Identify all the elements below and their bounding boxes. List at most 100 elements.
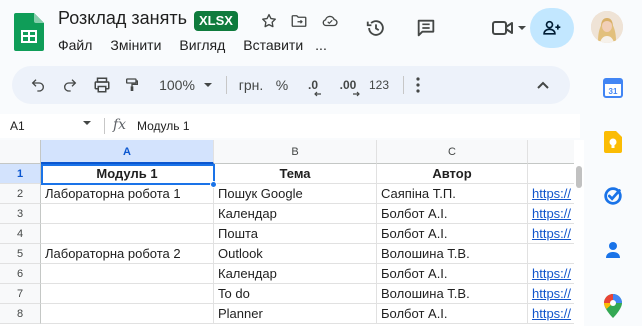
vertical-scrollbar[interactable] (574, 140, 584, 326)
chevron-down-icon (203, 83, 212, 87)
table-cell[interactable]: Пошук Google (214, 184, 377, 204)
table-cell[interactable]: Пошта (214, 224, 377, 244)
table-cell[interactable]: Болбот А.І. (377, 204, 528, 224)
more-options-icon[interactable] (408, 66, 428, 104)
table-cell[interactable]: To do (214, 284, 377, 304)
menu-more[interactable]: ... (315, 37, 327, 53)
side-panel: 31 (584, 56, 642, 326)
currency-format-button[interactable]: грн. (234, 66, 268, 104)
increase-decimal-button[interactable]: .00 (332, 66, 364, 104)
toolbar-divider (403, 76, 404, 94)
link-cell[interactable]: https:// (528, 224, 578, 244)
meet-icon[interactable] (491, 14, 529, 42)
menu-edit[interactable]: Змінити (110, 37, 161, 53)
menu-view[interactable]: Вигляд (179, 37, 225, 53)
table-cell[interactable]: Тема (214, 164, 377, 184)
percent-label: % (275, 77, 289, 93)
link-cell[interactable]: https:// (528, 284, 578, 304)
chevron-down-icon[interactable] (82, 118, 92, 128)
fill-handle[interactable] (210, 181, 217, 188)
column-header-d[interactable] (528, 140, 578, 164)
table-cell[interactable]: Болбот А.І. (377, 264, 528, 284)
tasks-icon[interactable] (601, 184, 625, 208)
cloud-saved-icon[interactable] (319, 10, 341, 32)
star-icon[interactable] (258, 10, 280, 32)
maps-icon[interactable] (601, 294, 625, 318)
link-cell[interactable]: https:// (528, 304, 578, 324)
table-cell[interactable] (41, 204, 214, 224)
row-header[interactable]: 8 (0, 304, 41, 324)
menu-bar: Файл Змінити Вигляд Вставити ... (58, 37, 345, 53)
decrease-decimal-button[interactable]: .0 (300, 66, 326, 104)
table-cell[interactable]: Модуль 1 (41, 164, 214, 184)
formula-bar: A1 fx Модуль 1 (0, 114, 580, 138)
percent-format-button[interactable]: % (271, 66, 293, 104)
select-all-corner[interactable] (0, 140, 41, 164)
svg-text:31: 31 (609, 87, 618, 96)
calendar-icon[interactable]: 31 (601, 76, 625, 100)
column-header-c[interactable]: C (377, 140, 528, 164)
spreadsheet-grid: A B C 1 Модуль 1 Тема Автор 2 Лабораторн… (0, 140, 578, 326)
name-box[interactable]: A1 (10, 119, 25, 133)
table-cell[interactable]: Автор (377, 164, 528, 184)
sheets-logo-icon[interactable] (14, 13, 44, 51)
file-format-text: XLSX (199, 13, 233, 28)
print-icon[interactable] (90, 66, 114, 104)
table-cell[interactable] (41, 224, 214, 244)
table-cell[interactable]: Outlook (214, 244, 377, 264)
collapse-menus-icon[interactable] (532, 66, 554, 104)
number-format-button[interactable]: 123 (364, 66, 394, 104)
fx-icon: fx (113, 117, 127, 133)
row-header[interactable]: 3 (0, 204, 41, 224)
column-header-a[interactable]: A (41, 140, 214, 164)
arrow-left-icon (314, 91, 321, 97)
redo-icon[interactable] (58, 66, 82, 104)
table-cell[interactable]: Лабораторна робота 2 (41, 244, 214, 264)
toolbar: 100% грн. % .0 .00 123 (12, 66, 570, 104)
add-person-icon (543, 20, 561, 35)
row-header[interactable]: 7 (0, 284, 41, 304)
comments-icon[interactable] (412, 14, 440, 42)
table-cell[interactable]: Болбот А.І. (377, 304, 528, 324)
document-title[interactable]: Розклад занять (58, 8, 187, 29)
table-cell[interactable] (41, 284, 214, 304)
formula-input[interactable]: Модуль 1 (137, 119, 190, 133)
column-header-b[interactable]: B (214, 140, 377, 164)
table-cell[interactable]: Болбот А.І. (377, 224, 528, 244)
undo-icon[interactable] (26, 66, 50, 104)
menu-insert[interactable]: Вставити (243, 37, 303, 53)
link-cell[interactable]: https:// (528, 184, 578, 204)
move-to-folder-icon[interactable] (288, 10, 310, 32)
paint-format-icon[interactable] (120, 66, 144, 104)
row-header[interactable]: 4 (0, 224, 41, 244)
row-header[interactable]: 2 (0, 184, 41, 204)
table-cell[interactable]: Planner (214, 304, 377, 324)
scrollbar-thumb[interactable] (576, 166, 582, 188)
row-header[interactable]: 5 (0, 244, 41, 264)
table-cell[interactable]: Волошина Т.В. (377, 284, 528, 304)
file-format-badge: XLSX (194, 11, 238, 31)
zoom-value: 100% (159, 77, 195, 93)
table-cell[interactable]: Календар (214, 264, 377, 284)
link-cell[interactable]: https:// (528, 264, 578, 284)
link-cell[interactable]: https:// (528, 204, 578, 224)
table-cell[interactable]: Лабораторна робота 1 (41, 184, 214, 204)
table-cell[interactable]: Саяпіна Т.П. (377, 184, 528, 204)
currency-label: грн. (238, 77, 264, 93)
table-cell[interactable]: Календар (214, 204, 377, 224)
keep-icon[interactable] (601, 130, 625, 154)
number-format-label: 123 (368, 78, 390, 92)
row-header[interactable]: 1 (0, 164, 41, 184)
table-cell[interactable] (528, 244, 578, 264)
table-cell[interactable] (41, 304, 214, 324)
zoom-select[interactable]: 100% (154, 66, 218, 104)
menu-file[interactable]: Файл (58, 37, 92, 53)
table-cell[interactable] (528, 164, 578, 184)
row-header[interactable]: 6 (0, 264, 41, 284)
contacts-icon[interactable] (601, 238, 625, 262)
table-cell[interactable] (41, 264, 214, 284)
table-cell[interactable]: Волошина Т.В. (377, 244, 528, 264)
share-button[interactable] (530, 8, 574, 48)
avatar[interactable] (591, 11, 623, 43)
history-icon[interactable] (362, 14, 390, 42)
